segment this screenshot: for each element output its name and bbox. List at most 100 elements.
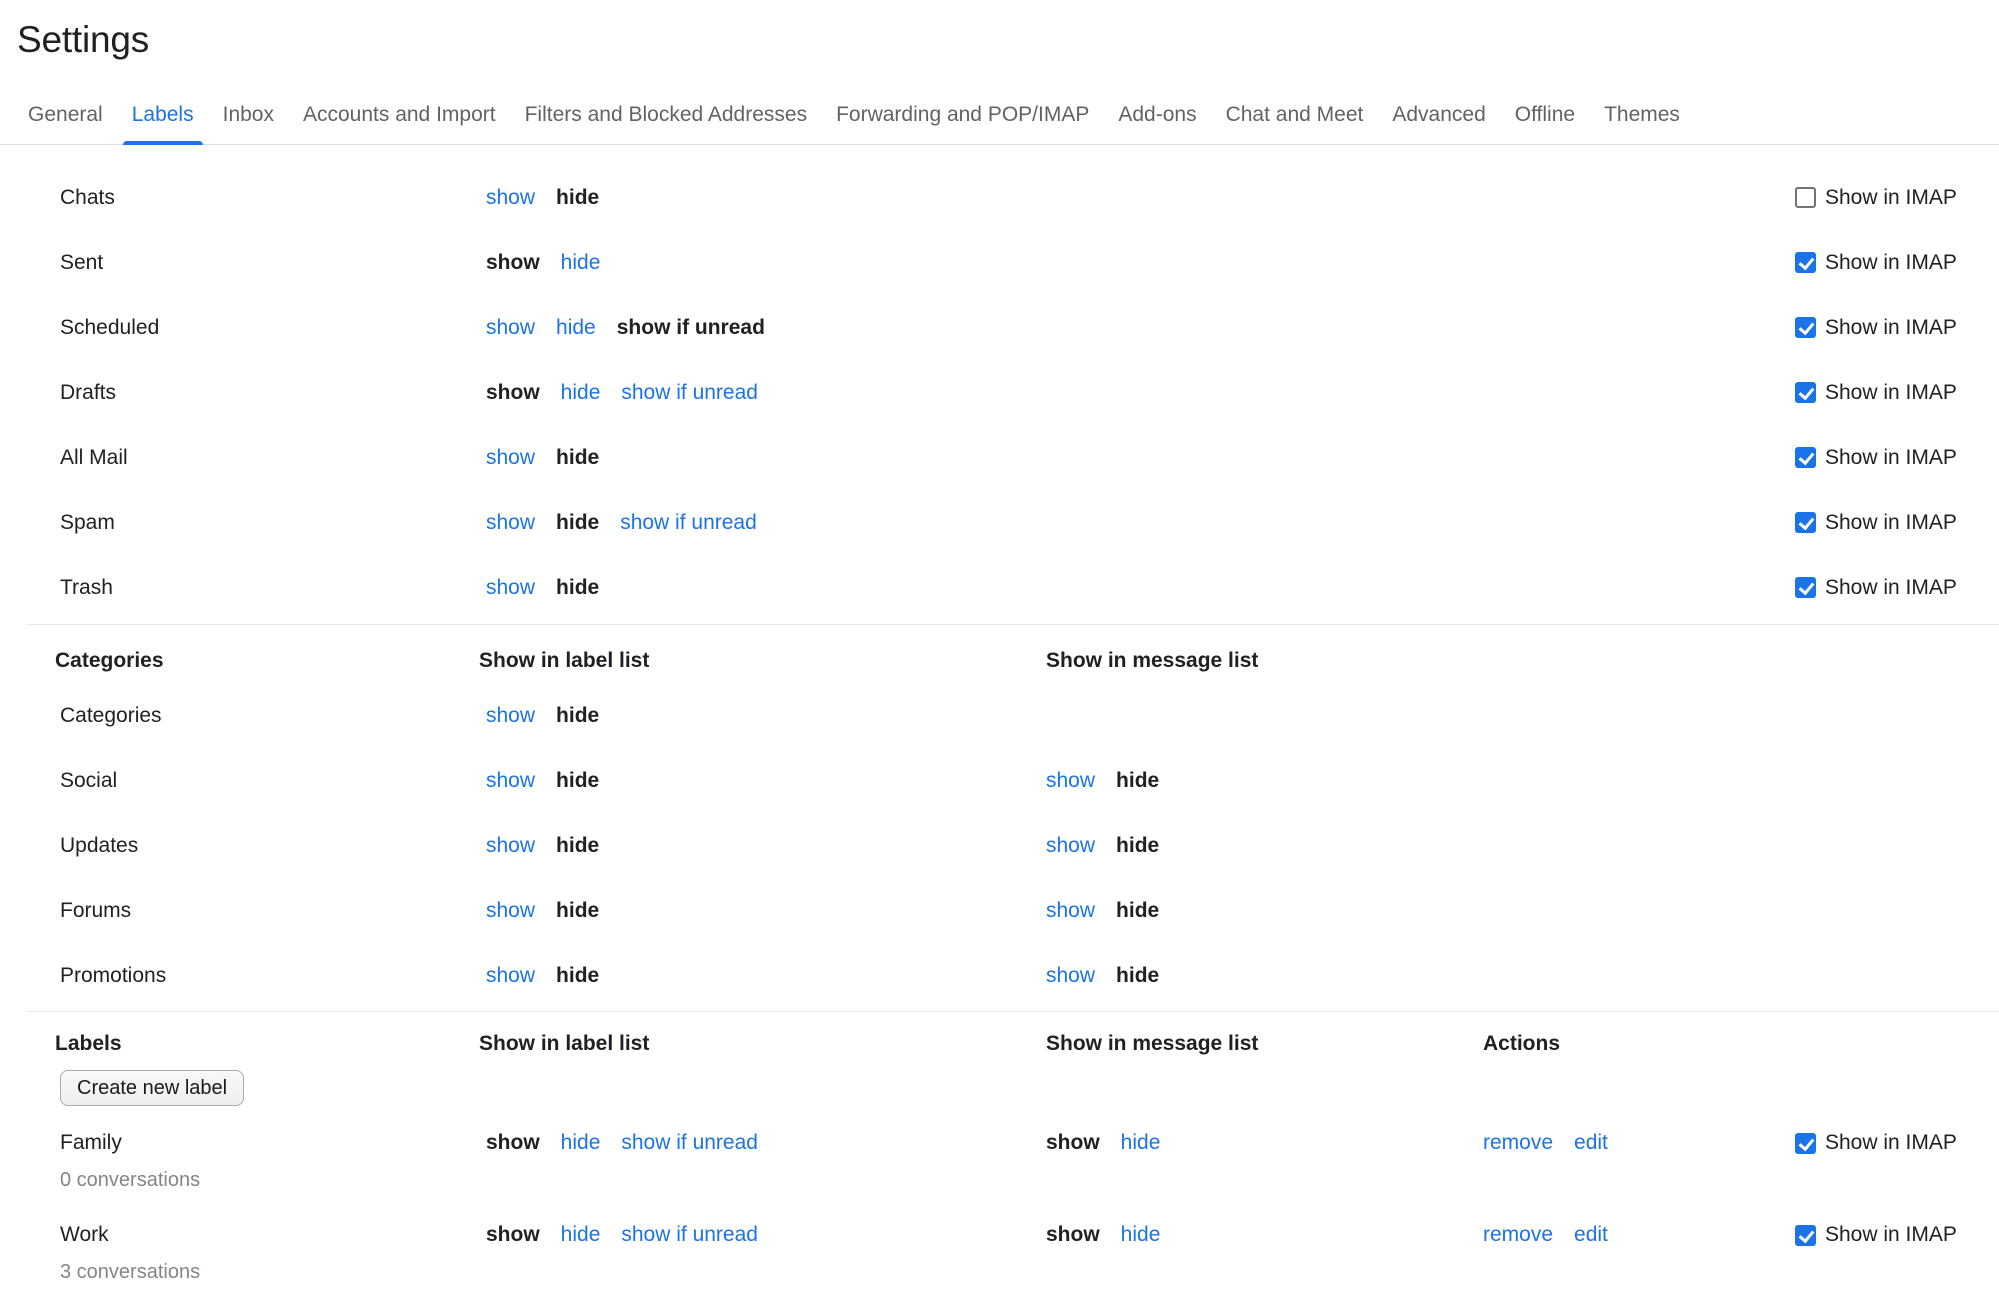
edit-action[interactable]: edit	[1574, 1124, 1608, 1162]
page-title: Settings	[17, 18, 1999, 61]
show-in-imap-checkbox[interactable]	[1795, 382, 1816, 403]
show-option[interactable]: show	[1046, 899, 1095, 923]
hide-option: hide	[556, 964, 599, 988]
table-row-promotions: Promotions show hide show hide	[0, 943, 1999, 1008]
label-name: Spam	[60, 511, 486, 535]
hide-option: hide	[556, 704, 599, 728]
show-in-imap-label: Show in IMAP	[1825, 1124, 1957, 1162]
table-row-trash: Trash show hide Show in IMAP	[0, 555, 1999, 620]
tab-labels[interactable]: Labels	[132, 103, 194, 144]
table-row-categories: Categories show hide	[0, 683, 1999, 748]
label-name: Promotions	[60, 964, 486, 988]
label-name: Trash	[60, 576, 486, 600]
show-if-unread-option[interactable]: show if unread	[621, 1216, 758, 1254]
show-in-imap-label: Show in IMAP	[1825, 381, 1957, 405]
system-labels-section: Chats show hide Show in IMAP Sent show h…	[0, 145, 1999, 620]
hide-option[interactable]: hide	[561, 251, 601, 275]
label-name: Scheduled	[60, 316, 486, 340]
hide-option: hide	[556, 446, 599, 470]
tab-themes[interactable]: Themes	[1604, 103, 1680, 144]
show-option[interactable]: show	[486, 899, 535, 923]
show-in-imap-label: Show in IMAP	[1825, 446, 1957, 470]
table-row-forums: Forums show hide show hide	[0, 878, 1999, 943]
hide-option[interactable]: hide	[561, 381, 601, 405]
show-in-imap-label: Show in IMAP	[1825, 576, 1957, 600]
show-in-imap-checkbox[interactable]	[1795, 447, 1816, 468]
label-name: Social	[60, 769, 486, 793]
show-in-imap-checkbox[interactable]	[1795, 187, 1816, 208]
hide-option: hide	[1116, 769, 1159, 793]
label-name: Work	[60, 1216, 486, 1254]
show-option[interactable]: show	[1046, 834, 1095, 858]
tab-accounts-and-import[interactable]: Accounts and Import	[303, 103, 496, 144]
labels-header-row: Labels Show in label list Show in messag…	[0, 1024, 1999, 1064]
table-row-spam: Spam show hide show if unread Show in IM…	[0, 490, 1999, 555]
hide-option: hide	[556, 769, 599, 793]
tab-chat-and-meet[interactable]: Chat and Meet	[1226, 103, 1364, 144]
show-option[interactable]: show	[486, 834, 535, 858]
show-in-imap-checkbox[interactable]	[1795, 1133, 1816, 1154]
show-in-imap-label: Show in IMAP	[1825, 316, 1957, 340]
show-option: show	[486, 1124, 540, 1162]
show-option[interactable]: show	[1046, 769, 1095, 793]
remove-action[interactable]: remove	[1483, 1216, 1553, 1254]
hide-option[interactable]: hide	[561, 1216, 601, 1254]
table-row-work: Work 3 conversations show hide show if u…	[0, 1204, 1999, 1296]
conversation-count: 3 conversations	[60, 1254, 486, 1291]
tab-offline[interactable]: Offline	[1515, 103, 1575, 144]
show-in-imap-checkbox[interactable]	[1795, 252, 1816, 273]
show-option: show	[1046, 1216, 1100, 1254]
label-name: Sent	[60, 251, 486, 275]
show-option[interactable]: show	[486, 186, 535, 210]
show-option: show	[1046, 1124, 1100, 1162]
show-in-imap-checkbox[interactable]	[1795, 317, 1816, 338]
hide-option[interactable]: hide	[1121, 1124, 1161, 1162]
table-row-scheduled: Scheduled show hide show if unread Show …	[0, 295, 1999, 360]
hide-option[interactable]: hide	[1121, 1216, 1161, 1254]
show-option[interactable]: show	[486, 704, 535, 728]
tab-advanced[interactable]: Advanced	[1392, 103, 1485, 144]
remove-action[interactable]: remove	[1483, 1124, 1553, 1162]
show-in-imap-checkbox[interactable]	[1795, 1225, 1816, 1246]
tab-forwarding-and-pop-imap[interactable]: Forwarding and POP/IMAP	[836, 103, 1089, 144]
show-option[interactable]: show	[486, 964, 535, 988]
create-new-label-button[interactable]: Create new label	[60, 1070, 244, 1106]
column-header-show-in-label-list: Show in label list	[479, 649, 1046, 673]
hide-option: hide	[1116, 899, 1159, 923]
section-title-labels: Labels	[55, 1032, 486, 1056]
show-in-imap-checkbox[interactable]	[1795, 577, 1816, 598]
show-option[interactable]: show	[1046, 964, 1095, 988]
label-name: Categories	[60, 704, 486, 728]
show-option[interactable]: show	[486, 511, 535, 535]
tab-add-ons[interactable]: Add-ons	[1118, 103, 1196, 144]
show-option[interactable]: show	[486, 446, 535, 470]
label-name: Drafts	[60, 381, 486, 405]
show-option[interactable]: show	[486, 316, 535, 340]
show-in-imap-label: Show in IMAP	[1825, 186, 1957, 210]
tab-filters-and-blocked-addresses[interactable]: Filters and Blocked Addresses	[525, 103, 807, 144]
label-name: Chats	[60, 186, 486, 210]
table-row-sent: Sent show hide Show in IMAP	[0, 230, 1999, 295]
show-if-unread-option[interactable]: show if unread	[620, 511, 757, 535]
show-in-imap-checkbox[interactable]	[1795, 512, 1816, 533]
show-if-unread-option[interactable]: show if unread	[621, 381, 758, 405]
column-header-show-in-message-list: Show in message list	[1046, 1032, 1483, 1056]
show-in-imap-label: Show in IMAP	[1825, 1216, 1957, 1254]
tab-inbox[interactable]: Inbox	[223, 103, 274, 144]
hide-option[interactable]: hide	[556, 316, 596, 340]
hide-option: hide	[556, 899, 599, 923]
hide-option[interactable]: hide	[561, 1124, 601, 1162]
edit-action[interactable]: edit	[1574, 1216, 1608, 1254]
section-title-categories: Categories	[55, 649, 486, 673]
hide-option: hide	[1116, 834, 1159, 858]
table-row-drafts: Drafts show hide show if unread Show in …	[0, 360, 1999, 425]
tab-general[interactable]: General	[28, 103, 103, 144]
show-option[interactable]: show	[486, 576, 535, 600]
table-row-updates: Updates show hide show hide	[0, 813, 1999, 878]
table-row-chats: Chats show hide Show in IMAP	[0, 165, 1999, 230]
settings-tab-bar: General Labels Inbox Accounts and Import…	[0, 103, 1999, 145]
conversation-count: 0 conversations	[60, 1162, 486, 1199]
hide-option: hide	[1116, 964, 1159, 988]
show-option[interactable]: show	[486, 769, 535, 793]
show-if-unread-option[interactable]: show if unread	[621, 1124, 758, 1162]
